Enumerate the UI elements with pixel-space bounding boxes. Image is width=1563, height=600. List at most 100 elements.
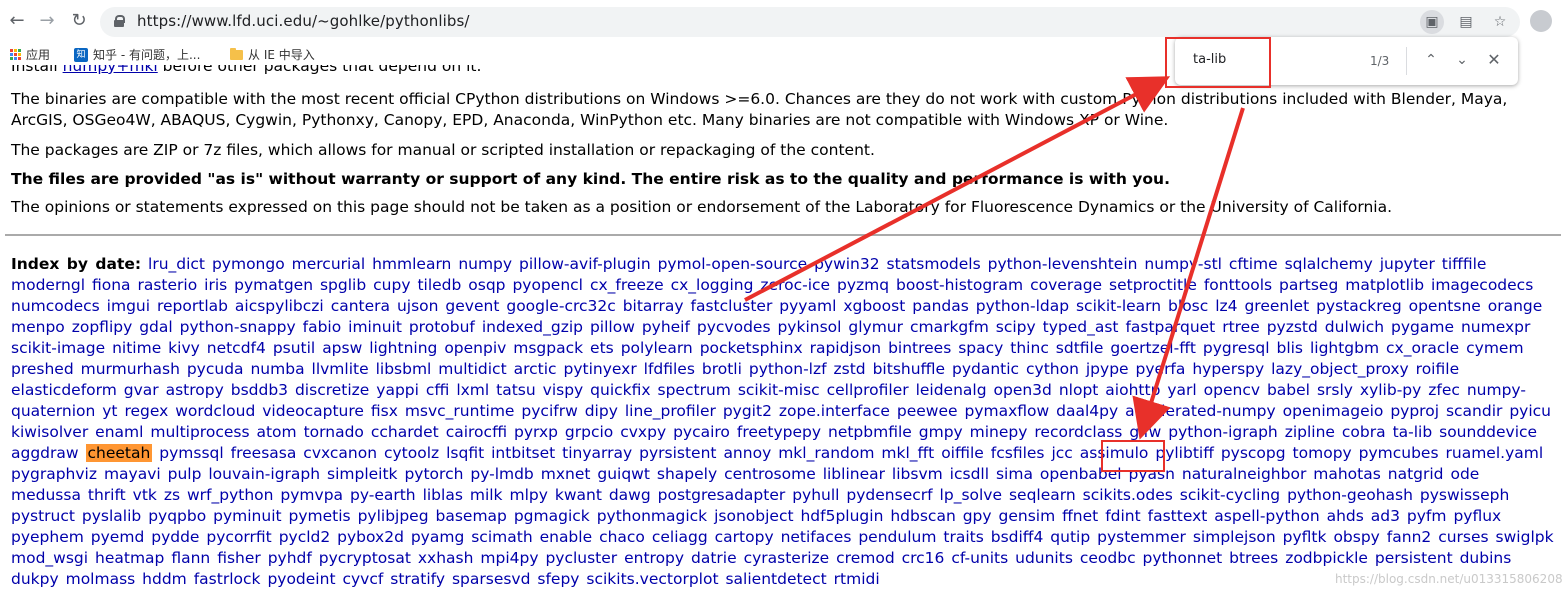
package-link[interactable]: zeroc-ice xyxy=(760,276,830,294)
chevron-down-icon[interactable]: ⌄ xyxy=(1451,49,1473,71)
package-link[interactable]: spglib xyxy=(320,276,366,294)
package-link[interactable]: xylib-py xyxy=(1360,381,1421,399)
package-link[interactable]: numpy-stl xyxy=(1144,255,1222,273)
package-link[interactable]: aicspylibczi xyxy=(235,297,324,315)
package-link[interactable]: msgpack xyxy=(513,339,583,357)
package-link[interactable]: murmurhash xyxy=(81,360,180,378)
package-link[interactable]: postgresadapter xyxy=(658,486,786,504)
package-link[interactable]: pymetis xyxy=(289,507,351,525)
package-link[interactable]: crc16 xyxy=(902,549,945,567)
package-link[interactable]: pykinsol xyxy=(777,318,841,336)
package-link[interactable]: cremod xyxy=(836,549,895,567)
package-link[interactable]: tiledb xyxy=(417,276,461,294)
package-link[interactable]: moderngl xyxy=(11,276,85,294)
package-link[interactable]: numcodecs xyxy=(11,297,100,315)
package-link[interactable]: sima xyxy=(996,465,1033,483)
package-link[interactable]: numexpr xyxy=(1461,318,1530,336)
package-link[interactable]: bsdiff4 xyxy=(991,528,1044,546)
package-link[interactable]: wordcloud xyxy=(175,402,255,420)
package-link[interactable]: pycairo xyxy=(673,423,730,441)
package-link[interactable]: cupy xyxy=(373,276,410,294)
package-link[interactable]: lp_solve xyxy=(940,486,1002,504)
package-link[interactable]: scikit-misc xyxy=(738,381,820,399)
package-link[interactable]: preshed xyxy=(11,360,74,378)
package-link[interactable]: pyqpbo xyxy=(148,507,206,525)
package-link[interactable]: pygraphviz xyxy=(11,465,97,483)
package-link[interactable]: lz4 xyxy=(1215,297,1237,315)
package-link[interactable]: naturalneighbor xyxy=(1182,465,1306,483)
package-link[interactable]: icsdll xyxy=(950,465,989,483)
package-link[interactable]: cobra xyxy=(1342,423,1386,441)
package-link[interactable]: pyrxp xyxy=(514,423,558,441)
package-link[interactable]: python-lzf xyxy=(749,360,827,378)
back-arrow-icon[interactable]: ← xyxy=(6,10,28,32)
package-link[interactable]: ujson xyxy=(397,297,439,315)
package-link[interactable]: zs xyxy=(164,486,180,504)
package-link[interactable]: yt xyxy=(102,402,117,420)
package-link[interactable]: pytinyexr xyxy=(564,360,637,378)
package-link[interactable]: pyopencl xyxy=(512,276,583,294)
package-link[interactable]: lsqfit xyxy=(446,444,484,462)
package-link[interactable]: enaml xyxy=(95,423,143,441)
package-link[interactable]: pylibjpeg xyxy=(358,507,429,525)
package-link[interactable]: zfec xyxy=(1428,381,1460,399)
package-link[interactable]: simplejson xyxy=(1193,528,1276,546)
package-link[interactable]: yappi xyxy=(376,381,419,399)
package-link[interactable]: libsvm xyxy=(892,465,943,483)
package-link[interactable]: fisx xyxy=(371,402,398,420)
package-link[interactable]: pymatgen xyxy=(234,276,313,294)
package-link[interactable]: rasterio xyxy=(137,276,197,294)
package-link[interactable]: pyheif xyxy=(642,318,690,336)
package-link[interactable]: centrosome xyxy=(724,465,816,483)
package-link[interactable]: pymongo xyxy=(212,255,285,273)
package-link[interactable]: mod_wsgi xyxy=(11,549,88,567)
package-link[interactable]: opentsne xyxy=(1409,297,1481,315)
package-link[interactable]: pyhdf xyxy=(268,549,312,567)
package-link[interactable]: liblas xyxy=(423,486,463,504)
package-link[interactable]: pyodeint xyxy=(267,570,335,588)
package-link[interactable]: cchardet xyxy=(371,423,439,441)
package-link[interactable]: scikits.vectorplot xyxy=(586,570,718,588)
package-link[interactable]: btrees xyxy=(1229,549,1278,567)
package-link[interactable]: fonttools xyxy=(1204,276,1272,294)
package-link[interactable]: setproctitle xyxy=(1109,276,1197,294)
find-in-page-icon[interactable]: ▣ xyxy=(1420,10,1444,34)
package-link[interactable]: nitime xyxy=(112,339,161,357)
chevron-up-icon[interactable]: ⌃ xyxy=(1420,49,1442,71)
package-link[interactable]: spectrum xyxy=(658,381,731,399)
package-link[interactable]: cftime xyxy=(1229,255,1278,273)
package-link[interactable]: lxml xyxy=(456,381,489,399)
package-link[interactable]: simpleitk xyxy=(327,465,398,483)
package-link[interactable]: pyswisseph xyxy=(1420,486,1509,504)
package-link[interactable]: mayavi xyxy=(104,465,161,483)
package-link[interactable]: pyephem xyxy=(11,528,84,546)
package-link[interactable]: annoy xyxy=(723,444,771,462)
package-link[interactable]: pygresql xyxy=(1203,339,1270,357)
package-link[interactable]: curses xyxy=(1438,528,1488,546)
package-link[interactable]: zipline xyxy=(1285,423,1335,441)
package-link[interactable]: cyvcf xyxy=(342,570,383,588)
package-link[interactable]: pydantic xyxy=(952,360,1019,378)
package-link[interactable]: gvar xyxy=(124,381,159,399)
package-link[interactable]: line_profiler xyxy=(625,402,716,420)
package-link[interactable]: sdtfile xyxy=(1056,339,1104,357)
package-link[interactable]: netifaces xyxy=(781,528,852,546)
package-link[interactable]: osqp xyxy=(468,276,505,294)
package-link[interactable]: molmass xyxy=(66,570,136,588)
package-link[interactable]: datrie xyxy=(691,549,737,567)
package-link[interactable]: ta-lib xyxy=(1393,423,1433,441)
package-link[interactable]: sounddevice xyxy=(1439,423,1537,441)
package-link[interactable]: coverage xyxy=(1030,276,1102,294)
package-link[interactable]: elasticdeform xyxy=(11,381,117,399)
package-link[interactable]: lfdfiles xyxy=(644,360,695,378)
package-link[interactable]: py-lmdb xyxy=(470,465,533,483)
package-link[interactable]: orange xyxy=(1488,297,1543,315)
package-link[interactable]: leidenalg xyxy=(916,381,987,399)
package-link[interactable]: rtree xyxy=(1222,318,1260,336)
package-link[interactable]: qutip xyxy=(1050,528,1090,546)
package-link[interactable]: pyfltk xyxy=(1283,528,1327,546)
package-link[interactable]: spacy xyxy=(958,339,1003,357)
package-link[interactable]: open3d xyxy=(994,381,1052,399)
package-link[interactable]: pygame xyxy=(1391,318,1454,336)
package-link[interactable]: netpbmfile xyxy=(828,423,912,441)
